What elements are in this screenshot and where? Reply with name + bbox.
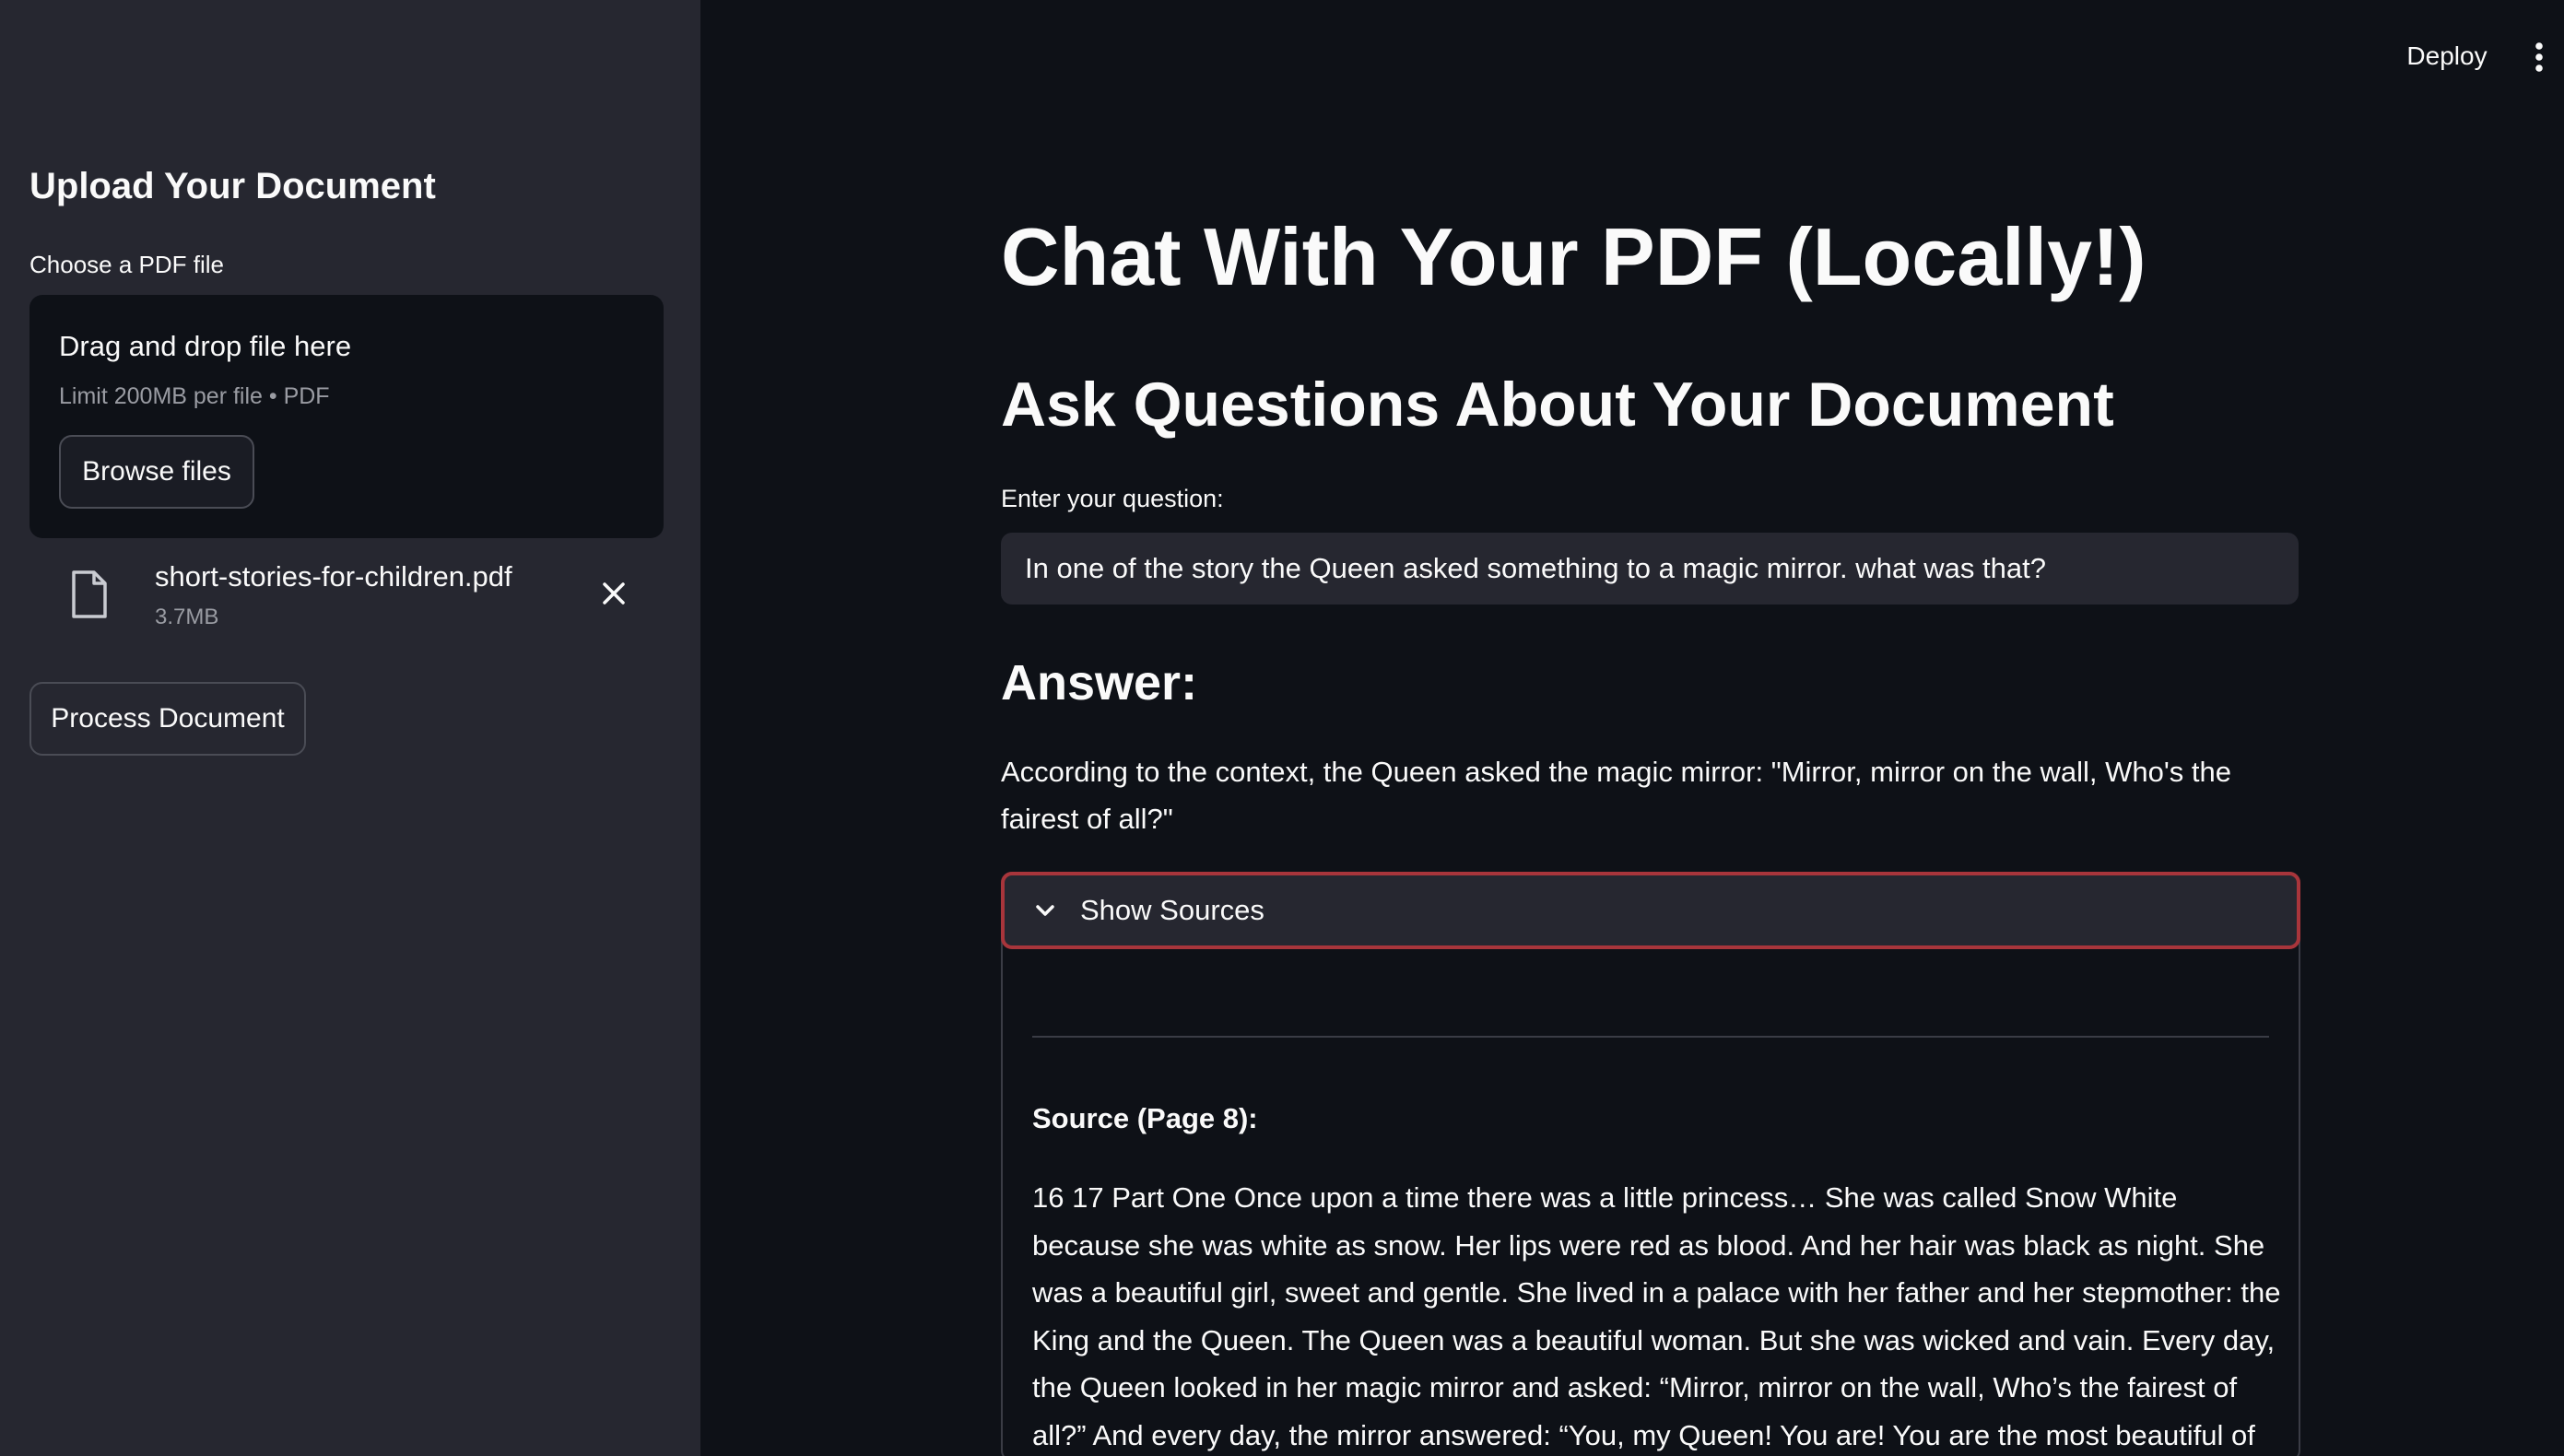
show-sources-toggle[interactable]: Show Sources bbox=[1001, 872, 2300, 949]
more-vertical-icon[interactable] bbox=[2525, 37, 2553, 77]
browse-files-button[interactable]: Browse files bbox=[59, 435, 254, 509]
uploaded-file: short-stories-for-children.pdf 3.7MB bbox=[29, 553, 664, 645]
show-sources-label: Show Sources bbox=[1080, 894, 1264, 926]
sidebar-title: Upload Your Document bbox=[29, 166, 436, 206]
uploader-label: Choose a PDF file bbox=[29, 251, 224, 278]
sidebar: Upload Your Document Choose a PDF file D… bbox=[0, 0, 700, 1456]
dropzone-limit: Limit 200MB per file • PDF bbox=[59, 383, 330, 409]
page-subtitle: Ask Questions About Your Document bbox=[1001, 370, 2114, 440]
question-label: Enter your question: bbox=[1001, 485, 1224, 512]
source-text: 16 17 Part One Once upon a time there wa… bbox=[1032, 1181, 2281, 1451]
file-size: 3.7MB bbox=[155, 605, 219, 629]
file-icon bbox=[70, 569, 109, 619]
chevron-down-icon bbox=[1034, 897, 1062, 924]
answer-text: According to the context, the Queen aske… bbox=[1001, 756, 2231, 835]
deploy-button[interactable]: Deploy bbox=[2396, 37, 2498, 76]
close-icon[interactable] bbox=[595, 575, 632, 612]
divider bbox=[1032, 1036, 2269, 1038]
process-document-button[interactable]: Process Document bbox=[29, 682, 306, 756]
file-name: short-stories-for-children.pdf bbox=[155, 560, 512, 593]
answer-heading: Answer: bbox=[1001, 655, 1198, 710]
file-dropzone[interactable]: Drag and drop file here Limit 200MB per … bbox=[29, 295, 664, 538]
app-root: Upload Your Document Choose a PDF file D… bbox=[0, 0, 2564, 1456]
sources-expander: Show Sources Source (Page 8): 16 17 Part… bbox=[1001, 872, 2300, 1456]
question-input[interactable] bbox=[1001, 533, 2299, 605]
dropzone-title: Drag and drop file here bbox=[59, 330, 352, 362]
page-title: Chat With Your PDF (Locally!) bbox=[1001, 211, 2146, 302]
source-title: Source (Page 8): bbox=[1032, 1102, 1258, 1134]
